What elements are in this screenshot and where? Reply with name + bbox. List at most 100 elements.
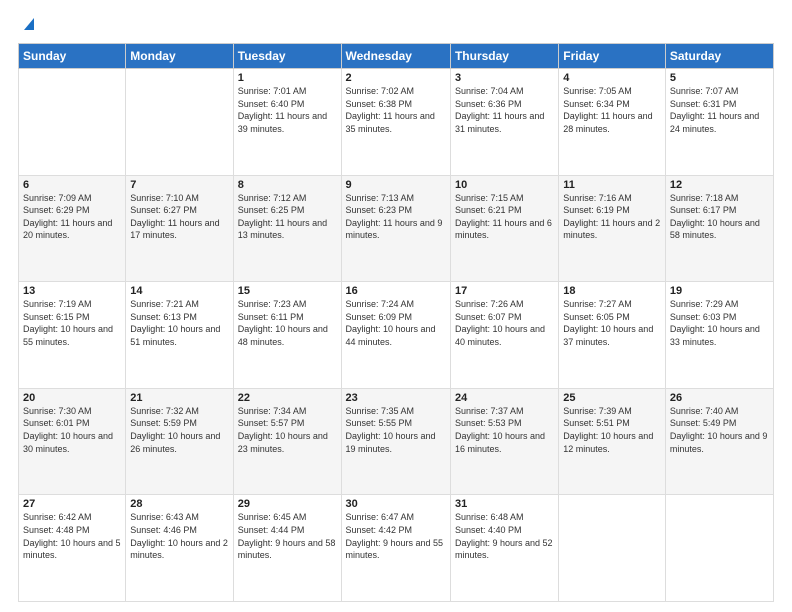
day-info: Sunrise: 7:04 AM Sunset: 6:36 PM Dayligh… [455, 85, 554, 135]
day-info: Sunrise: 6:48 AM Sunset: 4:40 PM Dayligh… [455, 511, 554, 561]
day-header-wednesday: Wednesday [341, 44, 450, 69]
week-row-5: 27Sunrise: 6:42 AM Sunset: 4:48 PM Dayli… [19, 495, 774, 602]
calendar-cell: 10Sunrise: 7:15 AM Sunset: 6:21 PM Dayli… [450, 175, 558, 282]
calendar-cell: 18Sunrise: 7:27 AM Sunset: 6:05 PM Dayli… [559, 282, 666, 389]
calendar-cell: 14Sunrise: 7:21 AM Sunset: 6:13 PM Dayli… [126, 282, 233, 389]
day-number: 16 [346, 285, 446, 297]
day-number: 27 [23, 498, 121, 510]
day-number: 28 [130, 498, 228, 510]
day-number: 22 [238, 392, 337, 404]
day-info: Sunrise: 7:09 AM Sunset: 6:29 PM Dayligh… [23, 192, 121, 242]
calendar-cell: 16Sunrise: 7:24 AM Sunset: 6:09 PM Dayli… [341, 282, 450, 389]
day-header-thursday: Thursday [450, 44, 558, 69]
logo-icon [20, 16, 36, 32]
day-header-monday: Monday [126, 44, 233, 69]
day-number: 30 [346, 498, 446, 510]
day-info: Sunrise: 7:07 AM Sunset: 6:31 PM Dayligh… [670, 85, 769, 135]
day-info: Sunrise: 7:05 AM Sunset: 6:34 PM Dayligh… [563, 85, 661, 135]
day-info: Sunrise: 6:42 AM Sunset: 4:48 PM Dayligh… [23, 511, 121, 561]
calendar-cell: 5Sunrise: 7:07 AM Sunset: 6:31 PM Daylig… [665, 69, 773, 176]
calendar-cell: 8Sunrise: 7:12 AM Sunset: 6:25 PM Daylig… [233, 175, 341, 282]
day-number: 3 [455, 72, 554, 84]
day-number: 21 [130, 392, 228, 404]
calendar-cell: 21Sunrise: 7:32 AM Sunset: 5:59 PM Dayli… [126, 388, 233, 495]
day-info: Sunrise: 7:12 AM Sunset: 6:25 PM Dayligh… [238, 192, 337, 242]
calendar-cell: 11Sunrise: 7:16 AM Sunset: 6:19 PM Dayli… [559, 175, 666, 282]
calendar-cell: 25Sunrise: 7:39 AM Sunset: 5:51 PM Dayli… [559, 388, 666, 495]
day-number: 7 [130, 179, 228, 191]
day-info: Sunrise: 7:15 AM Sunset: 6:21 PM Dayligh… [455, 192, 554, 242]
day-number: 23 [346, 392, 446, 404]
calendar-cell: 27Sunrise: 6:42 AM Sunset: 4:48 PM Dayli… [19, 495, 126, 602]
calendar-cell: 20Sunrise: 7:30 AM Sunset: 6:01 PM Dayli… [19, 388, 126, 495]
day-info: Sunrise: 7:18 AM Sunset: 6:17 PM Dayligh… [670, 192, 769, 242]
day-info: Sunrise: 6:47 AM Sunset: 4:42 PM Dayligh… [346, 511, 446, 561]
day-number: 12 [670, 179, 769, 191]
header-row: SundayMondayTuesdayWednesdayThursdayFrid… [19, 44, 774, 69]
day-number: 15 [238, 285, 337, 297]
calendar-cell [19, 69, 126, 176]
day-info: Sunrise: 7:40 AM Sunset: 5:49 PM Dayligh… [670, 405, 769, 455]
day-number: 9 [346, 179, 446, 191]
day-number: 26 [670, 392, 769, 404]
week-row-4: 20Sunrise: 7:30 AM Sunset: 6:01 PM Dayli… [19, 388, 774, 495]
day-number: 14 [130, 285, 228, 297]
day-info: Sunrise: 7:10 AM Sunset: 6:27 PM Dayligh… [130, 192, 228, 242]
page: SundayMondayTuesdayWednesdayThursdayFrid… [0, 0, 792, 612]
day-number: 24 [455, 392, 554, 404]
day-number: 2 [346, 72, 446, 84]
day-info: Sunrise: 7:27 AM Sunset: 6:05 PM Dayligh… [563, 298, 661, 348]
day-info: Sunrise: 7:13 AM Sunset: 6:23 PM Dayligh… [346, 192, 446, 242]
calendar-cell: 17Sunrise: 7:26 AM Sunset: 6:07 PM Dayli… [450, 282, 558, 389]
day-number: 11 [563, 179, 661, 191]
day-info: Sunrise: 7:24 AM Sunset: 6:09 PM Dayligh… [346, 298, 446, 348]
week-row-3: 13Sunrise: 7:19 AM Sunset: 6:15 PM Dayli… [19, 282, 774, 389]
day-header-sunday: Sunday [19, 44, 126, 69]
calendar-cell: 31Sunrise: 6:48 AM Sunset: 4:40 PM Dayli… [450, 495, 558, 602]
header [18, 16, 774, 37]
calendar-cell: 1Sunrise: 7:01 AM Sunset: 6:40 PM Daylig… [233, 69, 341, 176]
calendar-cell [665, 495, 773, 602]
calendar-cell: 19Sunrise: 7:29 AM Sunset: 6:03 PM Dayli… [665, 282, 773, 389]
day-info: Sunrise: 7:21 AM Sunset: 6:13 PM Dayligh… [130, 298, 228, 348]
day-info: Sunrise: 7:01 AM Sunset: 6:40 PM Dayligh… [238, 85, 337, 135]
day-info: Sunrise: 7:32 AM Sunset: 5:59 PM Dayligh… [130, 405, 228, 455]
calendar-cell: 22Sunrise: 7:34 AM Sunset: 5:57 PM Dayli… [233, 388, 341, 495]
calendar-cell [126, 69, 233, 176]
day-info: Sunrise: 7:16 AM Sunset: 6:19 PM Dayligh… [563, 192, 661, 242]
calendar-cell: 7Sunrise: 7:10 AM Sunset: 6:27 PM Daylig… [126, 175, 233, 282]
calendar-cell: 23Sunrise: 7:35 AM Sunset: 5:55 PM Dayli… [341, 388, 450, 495]
calendar-cell: 3Sunrise: 7:04 AM Sunset: 6:36 PM Daylig… [450, 69, 558, 176]
calendar-cell [559, 495, 666, 602]
calendar-cell: 9Sunrise: 7:13 AM Sunset: 6:23 PM Daylig… [341, 175, 450, 282]
calendar-cell: 4Sunrise: 7:05 AM Sunset: 6:34 PM Daylig… [559, 69, 666, 176]
day-number: 29 [238, 498, 337, 510]
logo [18, 16, 36, 37]
day-info: Sunrise: 7:26 AM Sunset: 6:07 PM Dayligh… [455, 298, 554, 348]
calendar-table: SundayMondayTuesdayWednesdayThursdayFrid… [18, 43, 774, 602]
day-number: 31 [455, 498, 554, 510]
day-info: Sunrise: 7:19 AM Sunset: 6:15 PM Dayligh… [23, 298, 121, 348]
day-number: 17 [455, 285, 554, 297]
day-info: Sunrise: 7:23 AM Sunset: 6:11 PM Dayligh… [238, 298, 337, 348]
day-header-saturday: Saturday [665, 44, 773, 69]
day-info: Sunrise: 7:35 AM Sunset: 5:55 PM Dayligh… [346, 405, 446, 455]
week-row-2: 6Sunrise: 7:09 AM Sunset: 6:29 PM Daylig… [19, 175, 774, 282]
day-number: 8 [238, 179, 337, 191]
day-info: Sunrise: 6:43 AM Sunset: 4:46 PM Dayligh… [130, 511, 228, 561]
calendar-cell: 30Sunrise: 6:47 AM Sunset: 4:42 PM Dayli… [341, 495, 450, 602]
day-info: Sunrise: 7:30 AM Sunset: 6:01 PM Dayligh… [23, 405, 121, 455]
day-number: 13 [23, 285, 121, 297]
day-number: 25 [563, 392, 661, 404]
week-row-1: 1Sunrise: 7:01 AM Sunset: 6:40 PM Daylig… [19, 69, 774, 176]
calendar-cell: 2Sunrise: 7:02 AM Sunset: 6:38 PM Daylig… [341, 69, 450, 176]
day-header-tuesday: Tuesday [233, 44, 341, 69]
day-info: Sunrise: 7:34 AM Sunset: 5:57 PM Dayligh… [238, 405, 337, 455]
day-info: Sunrise: 7:39 AM Sunset: 5:51 PM Dayligh… [563, 405, 661, 455]
calendar-cell: 13Sunrise: 7:19 AM Sunset: 6:15 PM Dayli… [19, 282, 126, 389]
day-number: 18 [563, 285, 661, 297]
day-number: 20 [23, 392, 121, 404]
day-info: Sunrise: 6:45 AM Sunset: 4:44 PM Dayligh… [238, 511, 337, 561]
calendar-cell: 29Sunrise: 6:45 AM Sunset: 4:44 PM Dayli… [233, 495, 341, 602]
calendar-cell: 6Sunrise: 7:09 AM Sunset: 6:29 PM Daylig… [19, 175, 126, 282]
